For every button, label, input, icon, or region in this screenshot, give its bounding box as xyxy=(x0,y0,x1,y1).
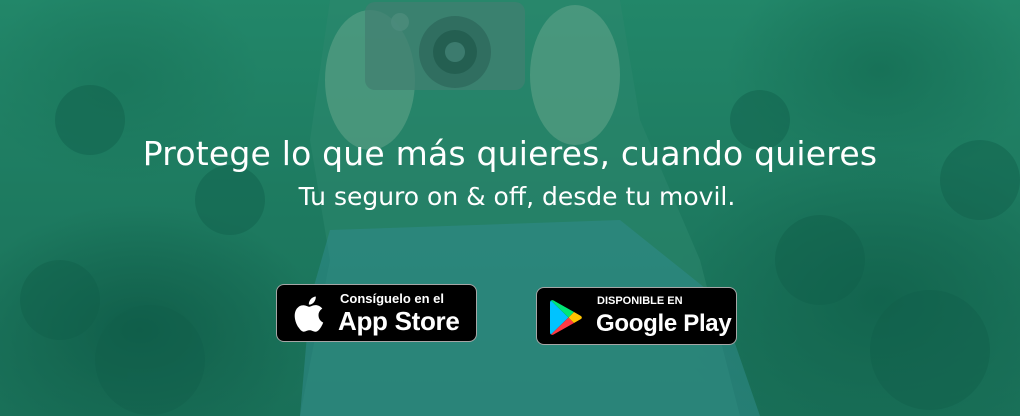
google-play-big-label: Google Play xyxy=(596,310,732,337)
app-store-badge[interactable]: Consíguelo en el App Store xyxy=(276,284,477,342)
hero-subline: Tu seguro on & off, desde tu movil. xyxy=(298,182,736,211)
hero-headline: Protege lo que más quieres, cuando quier… xyxy=(142,134,878,173)
apple-icon xyxy=(294,296,324,332)
google-play-badge[interactable]: DISPONIBLE EN Google Play xyxy=(536,287,737,345)
hero-banner: Protege lo que más quieres, cuando quier… xyxy=(0,0,1020,416)
app-store-big-label: App Store xyxy=(338,306,460,336)
app-store-small-label: Consíguelo en el xyxy=(340,291,445,306)
google-play-icon xyxy=(550,300,582,335)
google-play-small-label: DISPONIBLE EN xyxy=(597,295,683,307)
